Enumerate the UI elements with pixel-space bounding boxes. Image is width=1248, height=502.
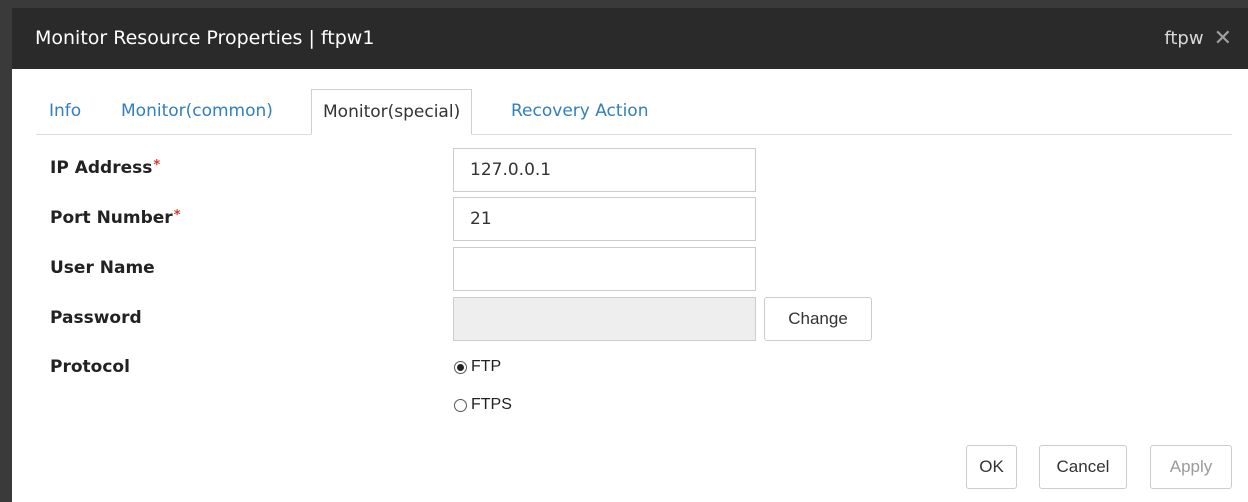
change-password-button[interactable]: Change [764,297,872,341]
tab-bar: Info Monitor(common) Monitor(special) Re… [36,89,1232,135]
required-mark: * [153,158,161,173]
required-mark: * [173,208,181,223]
password-label: Password [50,308,142,328]
properties-dialog: Monitor Resource Properties | ftpw1 ftpw… [12,8,1248,502]
port-number-label: Port Number* [50,208,181,228]
user-name-label: User Name [50,258,155,278]
close-icon[interactable]: ✕ [1214,8,1232,69]
dialog-title: Monitor Resource Properties | ftpw1 [35,27,375,49]
protocol-label: Protocol [50,357,130,377]
title-right-label: ftpw [1164,28,1204,49]
apply-button[interactable]: Apply [1150,445,1232,489]
tab-recovery-action[interactable]: Recovery Action [499,89,660,133]
protocol-option-ftps[interactable]: FTPS [454,396,512,414]
ok-button[interactable]: OK [966,445,1017,489]
tab-monitor-special[interactable]: Monitor(special) [311,89,473,135]
tab-info[interactable]: Info [37,89,93,133]
radio-ftp-label: FTP [471,358,502,375]
protocol-option-ftp[interactable]: FTP [454,358,501,376]
port-number-input[interactable]: 21 [453,197,756,241]
password-input [453,297,756,341]
radio-ftp[interactable] [454,360,467,374]
ip-address-input[interactable]: 127.0.0.1 [453,148,756,192]
cancel-button[interactable]: Cancel [1039,445,1127,489]
radio-ftps-label: FTPS [471,396,512,413]
user-name-input[interactable] [453,247,756,291]
ip-address-label: IP Address* [50,158,161,178]
title-bar: Monitor Resource Properties | ftpw1 ftpw… [12,8,1248,69]
tab-monitor-common[interactable]: Monitor(common) [109,89,285,133]
radio-ftps[interactable] [454,398,467,412]
